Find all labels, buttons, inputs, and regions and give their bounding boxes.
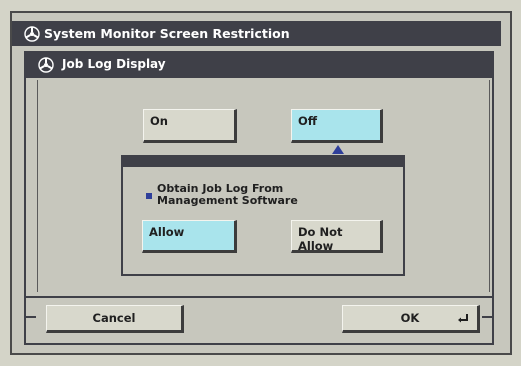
ok-button-label: OK: [400, 311, 420, 325]
off-button[interactable]: Off: [291, 109, 383, 143]
selection-pointer-icon: [332, 145, 344, 154]
cancel-button-label: Cancel: [92, 311, 136, 325]
on-button[interactable]: On: [143, 109, 237, 143]
setting-label: Obtain Job Log From Management Software: [157, 182, 298, 207]
ok-button[interactable]: OK: [342, 305, 480, 333]
left-edge-mark: [24, 316, 36, 318]
job-log-settings-box: [121, 155, 405, 276]
cancel-button[interactable]: Cancel: [46, 305, 184, 333]
bullet-icon: [146, 193, 152, 199]
right-edge-mark: [482, 316, 494, 318]
window-title: System Monitor Screen Restriction: [44, 26, 290, 41]
footer-divider: [24, 296, 494, 298]
do-not-allow-button-label: Do Not Allow: [298, 225, 343, 253]
enter-return-icon: [457, 312, 469, 323]
settings-box-header: [121, 155, 405, 167]
panel-titlebar: Job Log Display: [24, 51, 494, 78]
settings-wheel-icon: [24, 25, 40, 42]
panel-title: Job Log Display: [62, 57, 166, 71]
off-button-label: Off: [298, 114, 318, 128]
settings-wheel-icon: [38, 56, 54, 73]
allow-button-label: Allow: [149, 225, 185, 239]
window-titlebar: System Monitor Screen Restriction: [12, 21, 501, 46]
do-not-allow-button[interactable]: Do Not Allow: [291, 220, 383, 253]
on-button-label: On: [150, 114, 168, 128]
allow-button[interactable]: Allow: [142, 220, 237, 253]
